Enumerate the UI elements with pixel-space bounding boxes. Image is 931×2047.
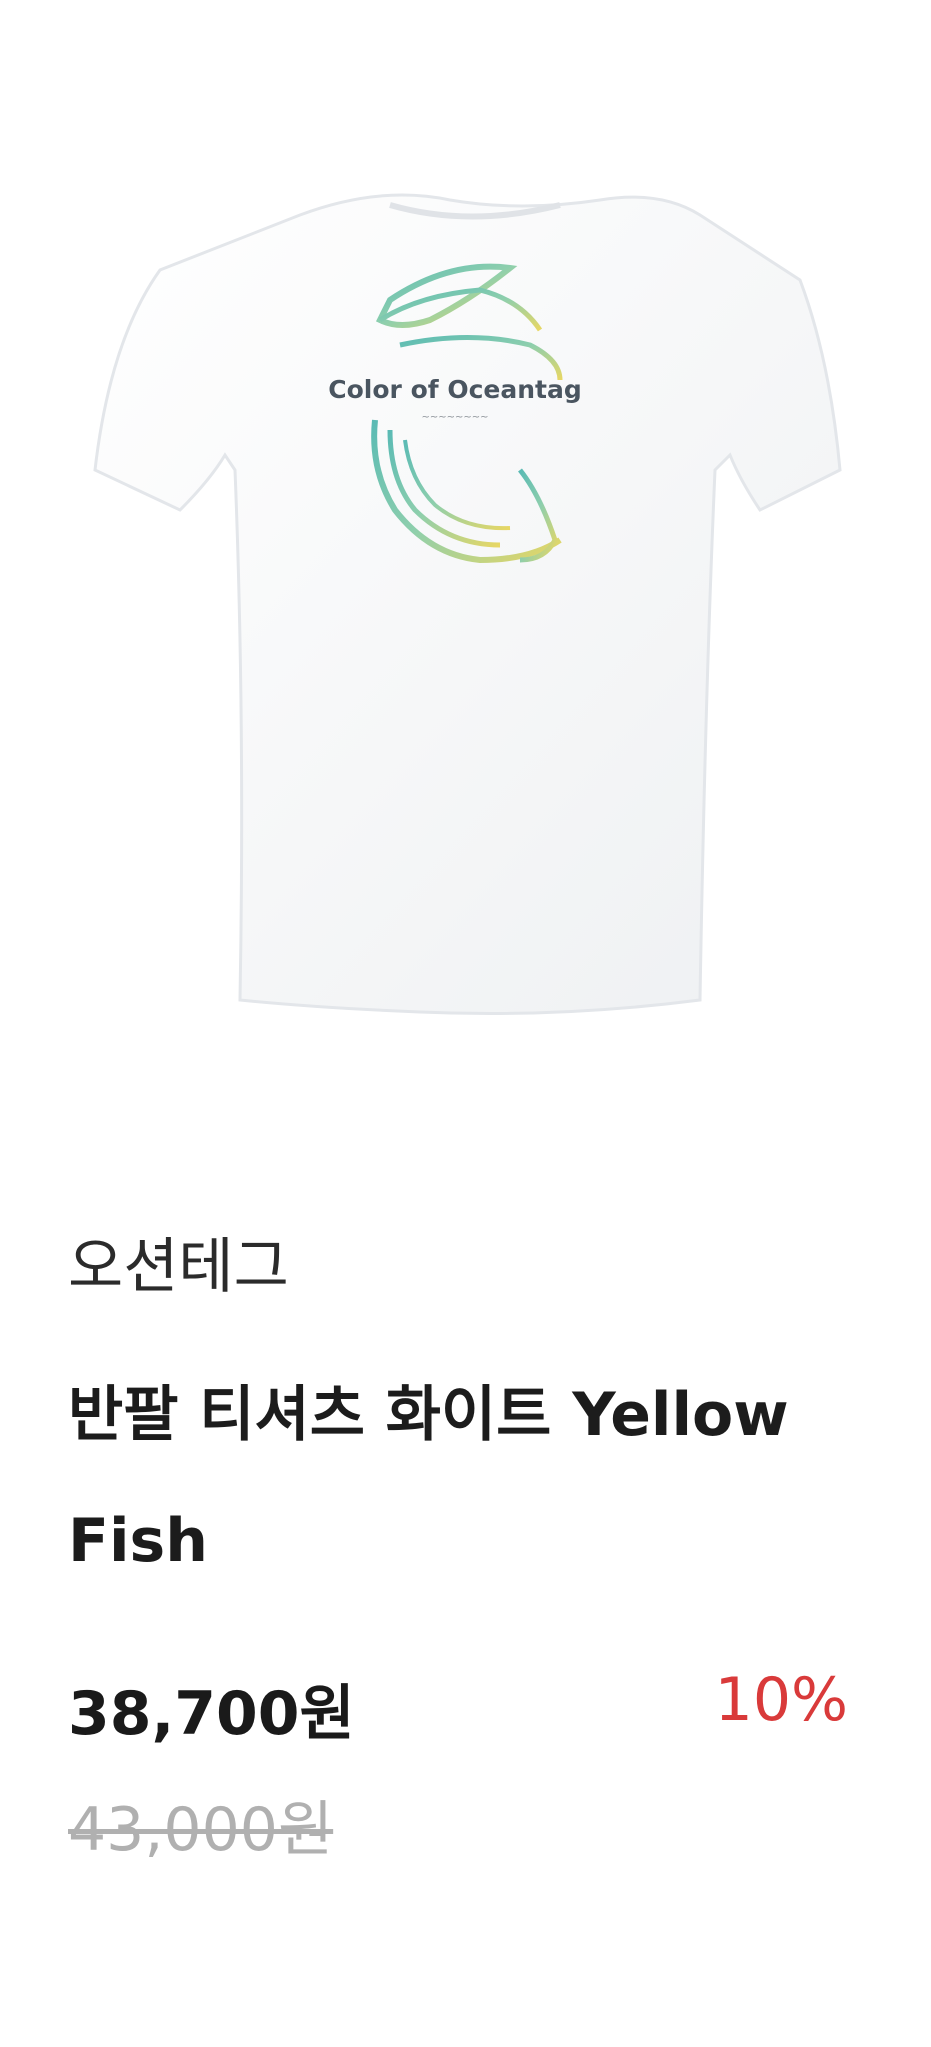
product-image[interactable]: Color of Oceantag ~~~~~~~~ (0, 0, 931, 1095)
original-price: 43,000원 (68, 1795, 334, 1865)
discount-badge: 10% (714, 1665, 848, 1735)
product-card[interactable]: Color of Oceantag ~~~~~~~~ 오션테그 반팔 티셔츠 화… (0, 0, 931, 2047)
print-text: Color of Oceantag (328, 375, 581, 404)
tshirt-illustration: Color of Oceantag ~~~~~~~~ (93, 193, 842, 1015)
print-subtext: ~~~~~~~~ (421, 412, 488, 423)
sale-price: 38,700원 (68, 1679, 355, 1749)
brand-name: 오션테그 (68, 1232, 289, 1302)
tshirt-body (93, 193, 842, 1015)
product-name: 반팔 티셔츠 화이트 Yellow Fish (68, 1380, 789, 1576)
